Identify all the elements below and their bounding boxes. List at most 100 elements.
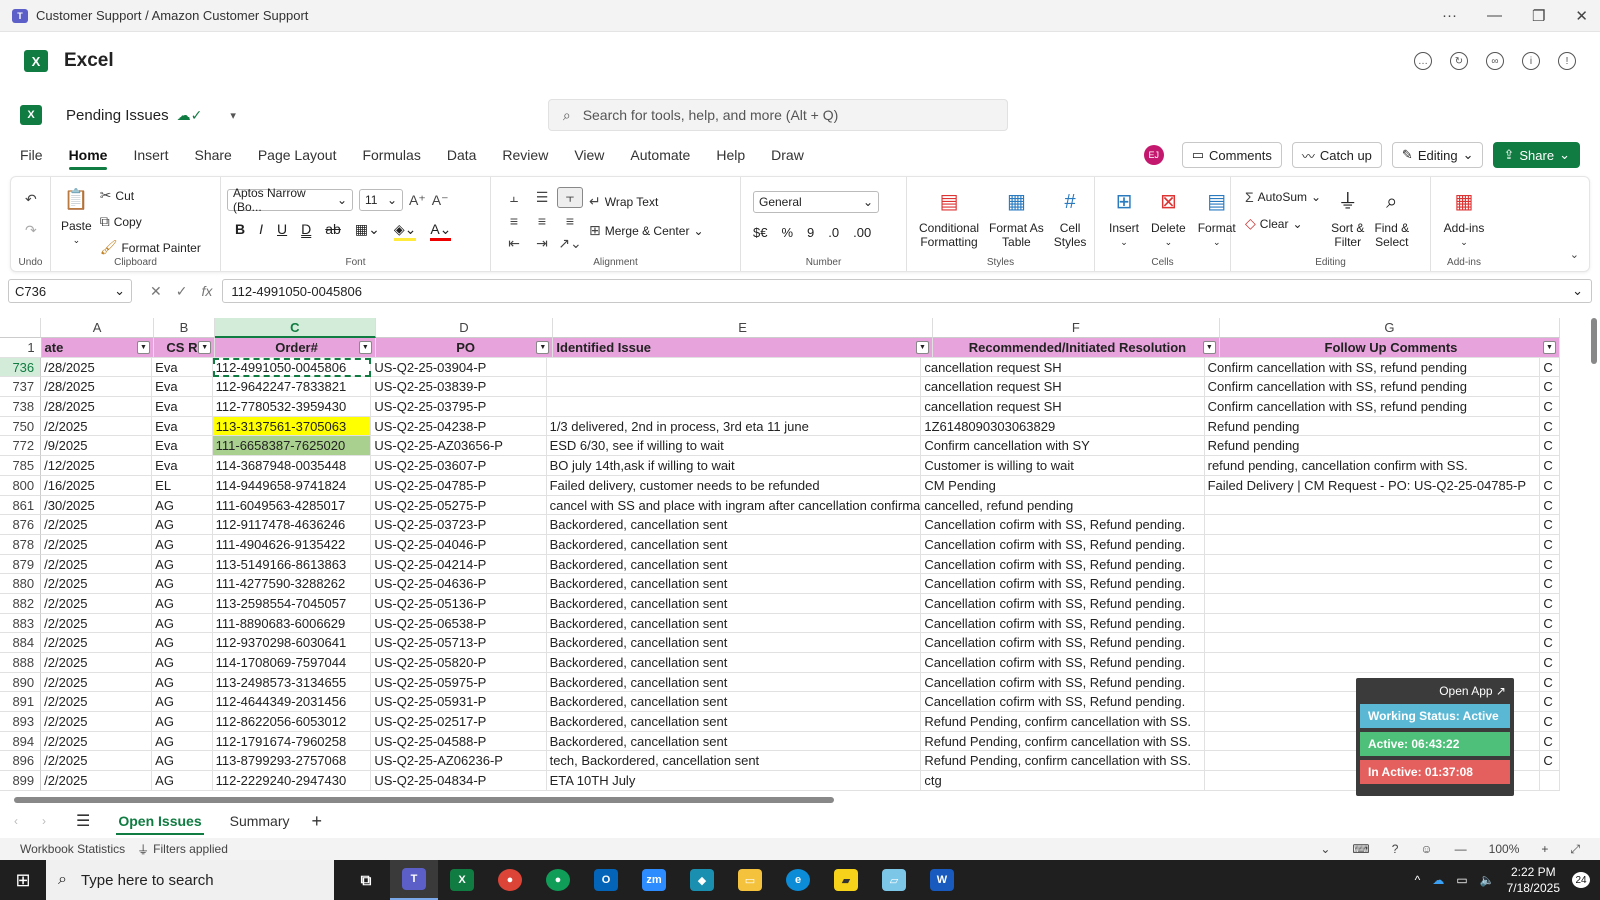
cell-order[interactable]: 111-8890683-6006629 — [212, 613, 372, 634]
cell-order[interactable]: 114-9449658-9741824 — [212, 475, 372, 496]
header-cell-issue[interactable]: Identified Issue ▼ — [553, 338, 933, 358]
cell-resolution[interactable]: ctg — [921, 771, 1205, 791]
cell-h[interactable]: C — [1540, 416, 1560, 437]
cell-resolution[interactable]: cancellation request SH — [921, 357, 1205, 378]
undo-icon[interactable]: ↶ — [25, 191, 37, 208]
cell-issue[interactable]: ESD 6/30, see if willing to wait — [546, 436, 922, 457]
row-number[interactable]: 890 — [0, 672, 42, 693]
cell-date[interactable]: /16/2025 — [41, 475, 153, 496]
tab-automate[interactable]: Automate — [630, 143, 690, 167]
row-number[interactable]: 888 — [0, 653, 42, 673]
filter-dropdown-icon[interactable]: ▼ — [198, 341, 212, 354]
zoom-out-icon[interactable]: — — [1455, 842, 1467, 856]
cell-date[interactable]: /2/2025 — [41, 613, 153, 634]
cell-order[interactable]: 113-5149166-8613863 — [212, 554, 372, 575]
keyboard-icon[interactable]: ⌨ — [1352, 842, 1369, 856]
cell-follow-up[interactable] — [1204, 495, 1541, 516]
scroll-thumb[interactable] — [1591, 318, 1597, 364]
cell-issue[interactable]: Backordered, cancellation sent — [546, 672, 922, 693]
cell-follow-up[interactable]: Confirm cancellation with SS, refund pen… — [1204, 377, 1541, 398]
fill-color-icon[interactable]: ◈⌄ — [393, 221, 417, 241]
cell-cs-rep[interactable]: AG — [152, 574, 213, 594]
cell-issue[interactable]: Backordered, cancellation sent — [546, 712, 922, 732]
cell-po[interactable]: US-Q2-25-05136-P — [371, 593, 547, 614]
formula-input[interactable]: 112-4991050-0045806 ⌄ — [222, 279, 1592, 303]
onedrive-icon[interactable]: ☁ — [1432, 873, 1444, 887]
cell-cs-rep[interactable]: AG — [152, 554, 213, 575]
paste-button[interactable]: 📋 Paste ⌄ — [61, 187, 92, 253]
filter-dropdown-icon[interactable]: ▼ — [1543, 341, 1557, 354]
cell-date[interactable]: /2/2025 — [41, 653, 153, 673]
orientation-icon[interactable]: ↗⌄ — [557, 234, 583, 253]
sheet-tab-open-issues[interactable]: Open Issues — [108, 809, 211, 835]
cell-po[interactable]: US-Q2-25-02517-P — [371, 712, 547, 732]
share-button[interactable]: ⇪ Share ⌄ — [1493, 142, 1580, 168]
row-number[interactable]: 896 — [0, 751, 42, 772]
row-number[interactable]: 891 — [0, 692, 42, 713]
cell-h[interactable]: C — [1540, 633, 1560, 653]
cell-follow-up[interactable]: Confirm cancellation with SS, refund pen… — [1204, 397, 1541, 417]
filter-dropdown-icon[interactable]: ▼ — [1202, 341, 1216, 354]
file-explorer-icon[interactable]: ▭ — [726, 860, 774, 900]
conditional-formatting-button[interactable]: ▤ Conditional Formatting — [919, 189, 979, 253]
tab-share[interactable]: Share — [194, 143, 231, 167]
cell-h[interactable]: C — [1540, 456, 1560, 476]
horizontal-scrollbar[interactable] — [0, 794, 1560, 806]
column-header-b[interactable]: B — [153, 318, 215, 338]
cell-follow-up[interactable]: Confirm cancellation with SS, refund pen… — [1204, 357, 1541, 378]
tab-home[interactable]: Home — [68, 143, 107, 170]
cell-resolution[interactable]: Cancellation cofirm with SS, Refund pend… — [921, 574, 1205, 594]
spreadsheet-grid[interactable]: A B C D E F G 1 ate ▼ CS Re ▼ Order# ▼ PO ▼ … — [0, 318, 1560, 794]
close-icon[interactable]: ✕ — [1575, 7, 1588, 25]
cell-cs-rep[interactable]: AG — [152, 653, 213, 673]
cell-issue[interactable]: Backordered, cancellation sent — [546, 731, 922, 752]
cell-h[interactable]: C — [1540, 554, 1560, 575]
tray-chevron-icon[interactable]: ^ — [1415, 873, 1421, 887]
cell-resolution[interactable]: Refund Pending, confirm cancellation wit… — [921, 751, 1205, 772]
cell-date[interactable]: /2/2025 — [41, 574, 153, 594]
cell-cs-rep[interactable]: AG — [152, 495, 213, 516]
row-number[interactable]: 738 — [0, 397, 42, 417]
cell-resolution[interactable]: Confirm cancellation with SY — [921, 436, 1205, 457]
cell-h[interactable]: C — [1540, 534, 1560, 555]
cell-date[interactable]: /2/2025 — [41, 515, 153, 535]
cell-order[interactable]: 111-4904626-9135422 — [212, 534, 372, 555]
cell-cs-rep[interactable]: AG — [152, 771, 213, 791]
cell-resolution[interactable]: Refund Pending, confirm cancellation wit… — [921, 731, 1205, 752]
tab-data[interactable]: Data — [447, 143, 477, 167]
copy-button[interactable]: ⧉ Copy — [100, 213, 201, 230]
cell-resolution[interactable]: 1Z6148090303063829 — [921, 416, 1205, 437]
taskbar-search[interactable]: ⌕ Type here to search — [46, 860, 334, 900]
row-number[interactable]: 772 — [0, 436, 42, 457]
cell-date[interactable]: /2/2025 — [41, 672, 153, 693]
cell-cs-rep[interactable]: AG — [152, 692, 213, 713]
cell-order[interactable]: 112-2229240-2947430 — [212, 771, 372, 791]
cell-h[interactable]: C — [1540, 574, 1560, 594]
cell-po[interactable]: US-Q2-25-03723-P — [371, 515, 547, 535]
cell-resolution[interactable]: Cancellation cofirm with SS, Refund pend… — [921, 554, 1205, 575]
insert-cells-button[interactable]: ⊞ Insert ⌄ — [1109, 189, 1139, 253]
cell-po[interactable]: US-Q2-25-04238-P — [371, 416, 547, 437]
cell-h[interactable]: C — [1540, 712, 1560, 732]
tab-draw[interactable]: Draw — [771, 143, 804, 167]
row-number[interactable]: 882 — [0, 593, 42, 614]
filter-dropdown-icon[interactable]: ▼ — [536, 341, 550, 354]
cell-h[interactable]: C — [1540, 515, 1560, 535]
row-number[interactable]: 861 — [0, 495, 42, 516]
cell-po[interactable]: US-Q2-25-05713-P — [371, 633, 547, 653]
cell-po[interactable]: US-Q2-25-04636-P — [371, 574, 547, 594]
cell-date[interactable]: /9/2025 — [41, 436, 153, 457]
cell-h[interactable]: C — [1540, 692, 1560, 713]
cell-po[interactable]: US-Q2-25-03607-P — [371, 456, 547, 476]
catch-up-button[interactable]: 〰 Catch up — [1291, 142, 1382, 168]
increase-font-icon[interactable]: A⁺ — [409, 189, 426, 211]
header-cell-order[interactable]: Order# ▼ — [215, 338, 376, 358]
search-box[interactable]: ⌕ Search for tools, help, and more (Alt … — [547, 99, 1008, 131]
cell-po[interactable]: US-Q2-25-04785-P — [371, 475, 547, 496]
cell-date[interactable]: /12/2025 — [41, 456, 153, 476]
chrome-icon[interactable]: ● — [486, 860, 534, 900]
cell-order[interactable]: 111-6049563-4285017 — [212, 495, 372, 516]
chrome-profile-icon[interactable]: ● — [534, 860, 582, 900]
cell-cs-rep[interactable]: AG — [152, 613, 213, 634]
cell-follow-up[interactable] — [1204, 633, 1541, 653]
